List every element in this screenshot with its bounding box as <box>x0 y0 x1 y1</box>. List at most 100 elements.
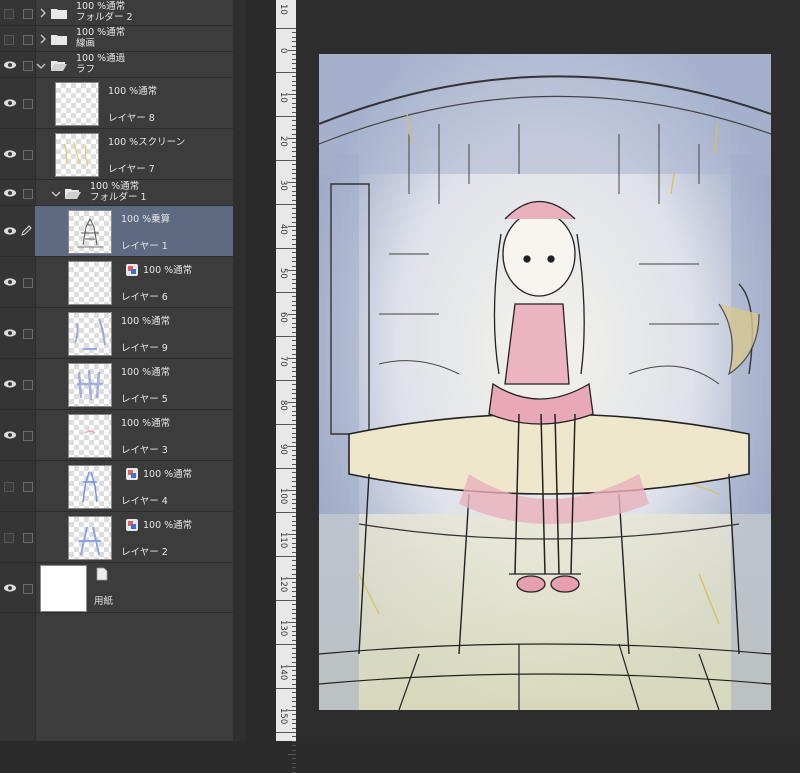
chevron-right-icon[interactable] <box>38 8 48 18</box>
ruler-minor-tick <box>288 270 296 271</box>
ruler-label: 10 <box>278 4 288 15</box>
ruler-minor-tick <box>288 358 296 359</box>
lock-toggle[interactable] <box>23 99 33 109</box>
lock-toggle[interactable] <box>23 533 33 543</box>
ruler-label: 70 <box>278 356 288 367</box>
layer-name: フォルダー 1 <box>90 192 147 203</box>
visibility-toggle[interactable] <box>4 35 14 45</box>
eye-icon[interactable] <box>3 277 17 287</box>
ruler-label: 0 <box>278 48 288 54</box>
layer-name: レイヤー 2 <box>121 547 168 558</box>
lock-toggle[interactable] <box>23 150 33 160</box>
layer-row-layer-4[interactable]: 100 %通常 レイヤー 4 <box>0 461 233 512</box>
layer-row-folder-2[interactable]: 100 %通常 フォルダー 2 <box>0 0 233 26</box>
ruler-minor-tick <box>292 767 296 769</box>
ruler-minor-tick <box>288 534 296 535</box>
visibility-toggle[interactable] <box>4 533 14 543</box>
drawing-canvas[interactable] <box>319 54 771 710</box>
blend-mode-label: 100 %通常 <box>108 86 158 97</box>
ruler-label: 10 <box>278 92 288 103</box>
chevron-right-icon[interactable] <box>38 34 48 44</box>
layer-name: レイヤー 5 <box>121 394 168 405</box>
ruler-major-tick <box>276 556 296 557</box>
layer-row-paper[interactable]: 用紙 <box>0 563 233 613</box>
ruler-minor-tick <box>292 758 296 760</box>
lock-toggle[interactable] <box>23 189 33 199</box>
clipping-icon <box>126 519 138 531</box>
eye-icon[interactable] <box>3 60 17 70</box>
blend-mode-label: 100 %スクリーン <box>108 137 186 148</box>
layer-name: 線画 <box>76 38 96 49</box>
layer-row-layer-5[interactable]: 100 %通常 レイヤー 5 <box>0 359 233 410</box>
ruler-label: 50 <box>278 268 288 279</box>
ruler-minor-tick <box>288 50 296 51</box>
lock-toggle[interactable] <box>23 329 33 339</box>
eye-icon[interactable] <box>3 98 17 108</box>
ruler-minor-tick <box>288 446 296 447</box>
ruler-label: 110 <box>278 532 288 549</box>
eye-icon[interactable] <box>3 328 17 338</box>
blend-mode-label: 100 %通常 <box>143 469 193 480</box>
ruler-major-tick <box>276 512 296 513</box>
eye-icon[interactable] <box>3 226 17 236</box>
eye-icon[interactable] <box>3 379 17 389</box>
folder-icon <box>51 35 67 45</box>
blend-mode-label: 100 %通常 <box>121 316 171 327</box>
lock-toggle[interactable] <box>23 584 33 594</box>
paper-thumbnail <box>40 565 87 612</box>
layer-thumbnail <box>68 261 112 305</box>
layer-row-layer-7[interactable]: 100 %スクリーン レイヤー 7 <box>0 129 233 180</box>
layer-row-folder-1[interactable]: 100 %通常 フォルダー 1 <box>0 180 233 206</box>
layer-thumbnail <box>68 465 112 509</box>
lock-toggle[interactable] <box>23 61 33 71</box>
ruler-label: 120 <box>278 576 288 593</box>
lock-toggle[interactable] <box>23 482 33 492</box>
visibility-toggle[interactable] <box>4 9 14 19</box>
layer-row-layer-8[interactable]: 100 %通常 レイヤー 8 <box>0 78 233 129</box>
blend-mode-label: 100 %通常 <box>121 418 171 429</box>
ruler-minor-tick <box>288 578 296 579</box>
panel-splitter[interactable] <box>233 0 245 741</box>
chevron-down-icon[interactable] <box>36 61 46 71</box>
ruler-minor-tick <box>288 710 296 711</box>
ruler-minor-tick <box>288 490 296 491</box>
chevron-down-icon[interactable] <box>51 189 61 199</box>
ruler-label: 20 <box>278 136 288 147</box>
layer-row-line-art[interactable]: 100 %通常 線画 <box>0 26 233 52</box>
ruler-label: 40 <box>278 224 288 235</box>
blend-mode-label: 100 %乗算 <box>121 214 171 225</box>
eye-icon[interactable] <box>3 188 17 198</box>
layer-panel: 100 %通常 フォルダー 2 100 %通常 線画 100 %通過 ラフ 10… <box>0 0 233 741</box>
ruler-major-tick <box>276 336 296 337</box>
layer-thumbnail <box>68 414 112 458</box>
layer-name: 用紙 <box>94 596 114 607</box>
ruler-label: 80 <box>278 400 288 411</box>
vertical-ruler: 10 0 10 20 30 40 50 60 70 80 90 100 110 120 130 140 150 <box>276 0 296 773</box>
lock-toggle[interactable] <box>23 9 33 19</box>
lock-toggle[interactable] <box>23 35 33 45</box>
layer-row-rough[interactable]: 100 %通過 ラフ <box>0 52 233 78</box>
ruler-label: 60 <box>278 312 288 323</box>
lock-toggle[interactable] <box>23 278 33 288</box>
ruler-major-tick <box>276 204 296 205</box>
ruler-major-tick <box>276 292 296 293</box>
lock-toggle[interactable] <box>23 380 33 390</box>
layer-row-layer-6[interactable]: 100 %通常 レイヤー 6 <box>0 257 233 308</box>
eye-icon[interactable] <box>3 149 17 159</box>
ruler-major-tick <box>276 468 296 469</box>
lock-toggle[interactable] <box>23 431 33 441</box>
ruler-major-tick <box>276 72 296 73</box>
ruler-major-tick <box>276 732 296 733</box>
layer-row-layer-2[interactable]: 100 %通常 レイヤー 2 <box>0 512 233 563</box>
layer-row-layer-3[interactable]: 100 %通常 レイヤー 3 <box>0 410 233 461</box>
layer-row-layer-9[interactable]: 100 %通常 レイヤー 9 <box>0 308 233 359</box>
layer-name: ラフ <box>76 64 96 75</box>
visibility-toggle[interactable] <box>4 482 14 492</box>
layer-thumbnail <box>68 516 112 560</box>
eye-icon[interactable] <box>3 583 17 593</box>
layer-thumbnail <box>55 82 99 126</box>
eye-icon[interactable] <box>3 430 17 440</box>
layer-row-layer-1[interactable]: 100 %乗算 レイヤー 1 <box>0 206 233 257</box>
layer-name: レイヤー 6 <box>121 292 168 303</box>
ruler-minor-tick <box>288 402 296 403</box>
